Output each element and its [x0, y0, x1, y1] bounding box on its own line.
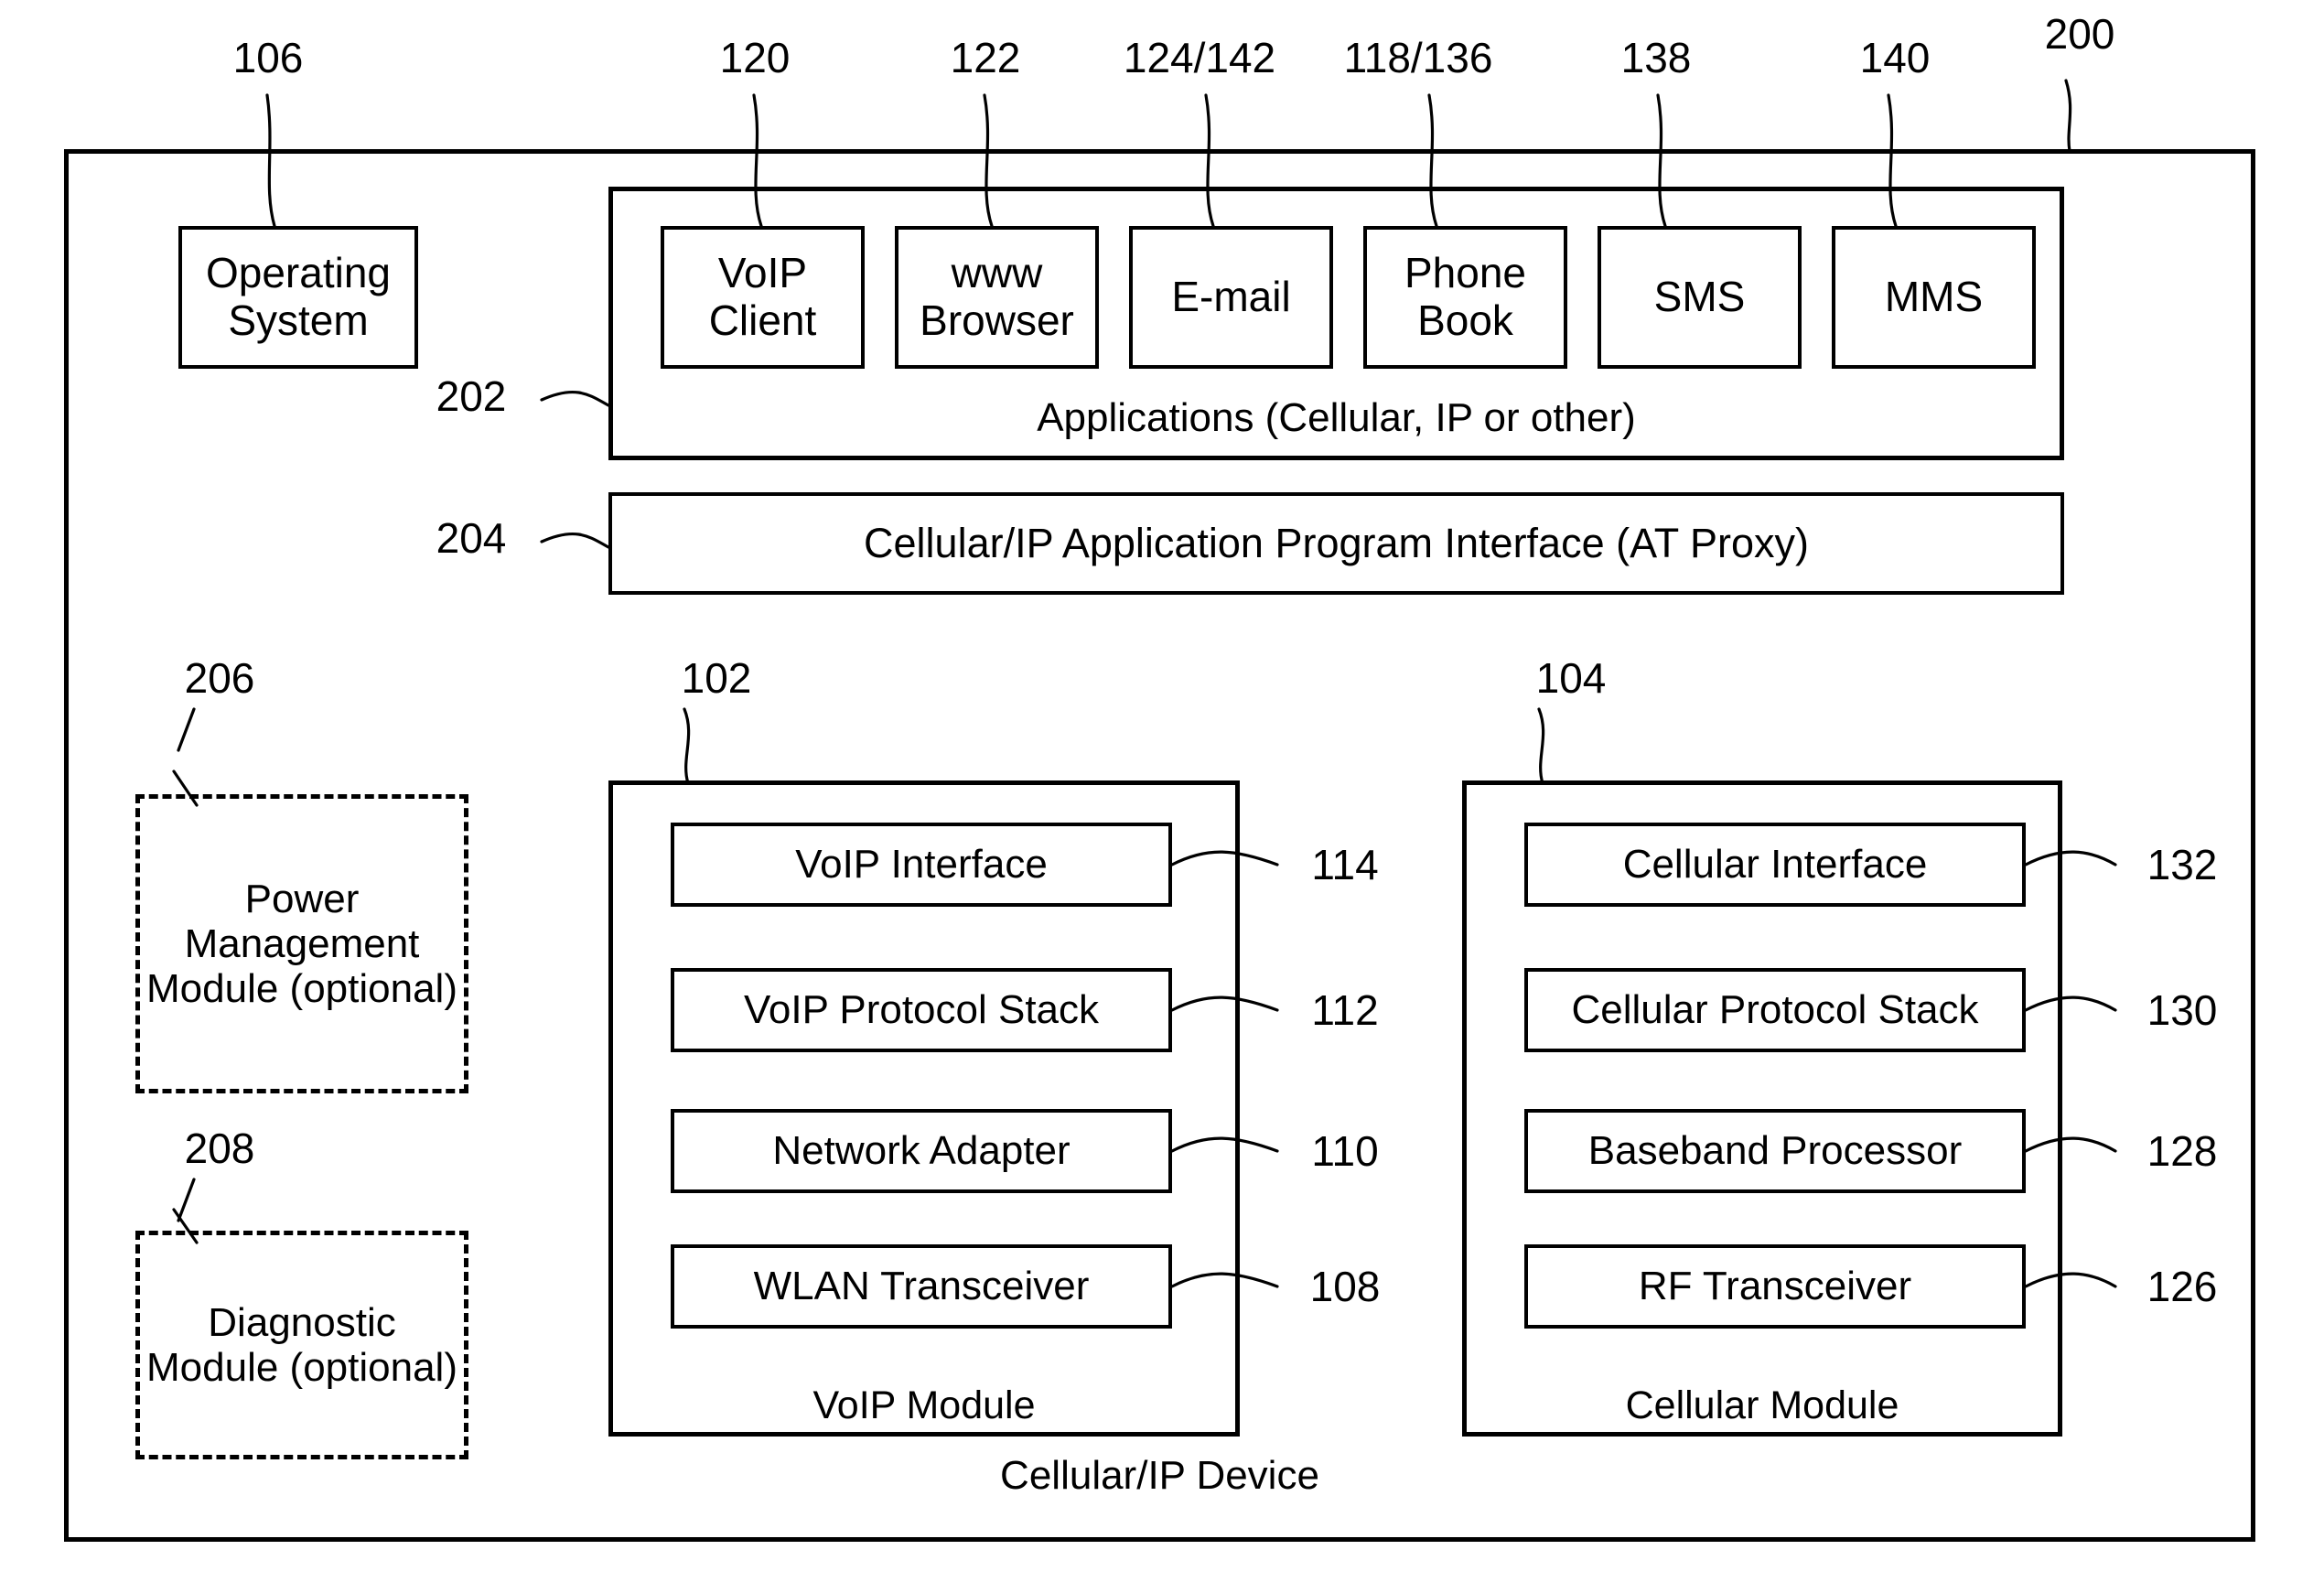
- operating-system-box: Operating System: [178, 226, 418, 369]
- app-box-email: E-mail: [1129, 226, 1333, 369]
- diagnostic-module-label: Diagnostic Module (optional): [146, 1299, 457, 1390]
- ref-number-202: 202: [436, 372, 507, 420]
- ref-number-126: 126: [2146, 1263, 2218, 1310]
- applications-panel-caption: Applications (Cellular, IP or other): [1037, 395, 1636, 440]
- power-management-module-label: Power Management Module (optional): [146, 876, 457, 1012]
- cellular-ip-device-caption: Cellular/IP Device: [1000, 1453, 1319, 1498]
- app-box-www-browser: www Browser: [895, 226, 1099, 369]
- cellular-ip-api-label: Cellular/IP Application Program Interfac…: [864, 519, 1809, 566]
- ref-number-138: 138: [1620, 34, 1692, 81]
- ref-number-108: 108: [1309, 1263, 1381, 1310]
- voip-row-voip-interface: VoIP Interface: [671, 823, 1172, 907]
- diagnostic-module-box: Diagnostic Module (optional): [135, 1231, 468, 1459]
- ref-number-206: 206: [184, 654, 255, 702]
- operating-system-label: Operating System: [205, 249, 391, 344]
- voip-row-label: VoIP Protocol Stack: [743, 987, 1100, 1033]
- cellular-row-baseband-processor: Baseband Processor: [1524, 1109, 2026, 1193]
- cellular-row-rf-transceiver: RF Transceiver: [1524, 1244, 2026, 1329]
- app-box-mms: MMS: [1832, 226, 2036, 369]
- voip-row-network-adapter: Network Adapter: [671, 1109, 1172, 1193]
- ref-number-118-136: 118/136: [1343, 34, 1493, 81]
- cellular-row-label: Baseband Processor: [1587, 1128, 1963, 1174]
- power-management-module-box: Power Management Module (optional): [135, 794, 468, 1093]
- cellular-row-label: RF Transceiver: [1638, 1264, 1912, 1309]
- ref-number-130: 130: [2146, 986, 2218, 1034]
- voip-row-label: Network Adapter: [772, 1128, 1071, 1174]
- ref-number-132: 132: [2146, 841, 2218, 888]
- ref-number-104: 104: [1535, 654, 1607, 702]
- ref-number-106: 106: [232, 34, 304, 81]
- app-box-sms: SMS: [1598, 226, 1802, 369]
- ref-number-122: 122: [950, 34, 1021, 81]
- ref-number-110: 110: [1311, 1127, 1379, 1175]
- cellular-module-caption: Cellular Module: [1625, 1383, 1899, 1427]
- app-box-label: SMS: [1653, 273, 1746, 321]
- app-box-label: Phone Book: [1404, 249, 1526, 344]
- cellular-row-cellular-protocol-stack: Cellular Protocol Stack: [1524, 968, 2026, 1052]
- cellular-row-label: Cellular Protocol Stack: [1571, 987, 1979, 1033]
- ref-number-208: 208: [184, 1125, 255, 1172]
- ref-number-112: 112: [1311, 986, 1379, 1034]
- ref-number-120: 120: [719, 34, 791, 81]
- voip-row-wlan-transceiver: WLAN Transceiver: [671, 1244, 1172, 1329]
- ref-number-102: 102: [681, 654, 752, 702]
- patent-figure: 106 120 122 124/142 118/136 138 140 200 …: [0, 0, 2324, 1582]
- cellular-row-cellular-interface: Cellular Interface: [1524, 823, 2026, 907]
- ref-number-140: 140: [1859, 34, 1931, 81]
- voip-row-label: VoIP Interface: [795, 842, 1048, 888]
- app-box-label: VoIP Client: [708, 249, 817, 344]
- voip-module-caption: VoIP Module: [812, 1383, 1036, 1427]
- cellular-row-label: Cellular Interface: [1622, 842, 1928, 888]
- app-box-phone-book: Phone Book: [1363, 226, 1567, 369]
- ref-number-204: 204: [436, 514, 507, 562]
- voip-row-label: WLAN Transceiver: [753, 1264, 1090, 1309]
- app-box-label: MMS: [1884, 273, 1984, 321]
- voip-row-voip-protocol-stack: VoIP Protocol Stack: [671, 968, 1172, 1052]
- ref-number-200: 200: [2044, 10, 2115, 58]
- cellular-ip-api-bar: Cellular/IP Application Program Interfac…: [608, 492, 2064, 595]
- app-box-label: www Browser: [920, 249, 1074, 344]
- app-box-label: E-mail: [1171, 273, 1291, 321]
- app-box-voip-client: VoIP Client: [661, 226, 865, 369]
- ref-number-128: 128: [2146, 1127, 2218, 1175]
- ref-number-114: 114: [1311, 841, 1379, 888]
- ref-number-124-142: 124/142: [1123, 34, 1276, 81]
